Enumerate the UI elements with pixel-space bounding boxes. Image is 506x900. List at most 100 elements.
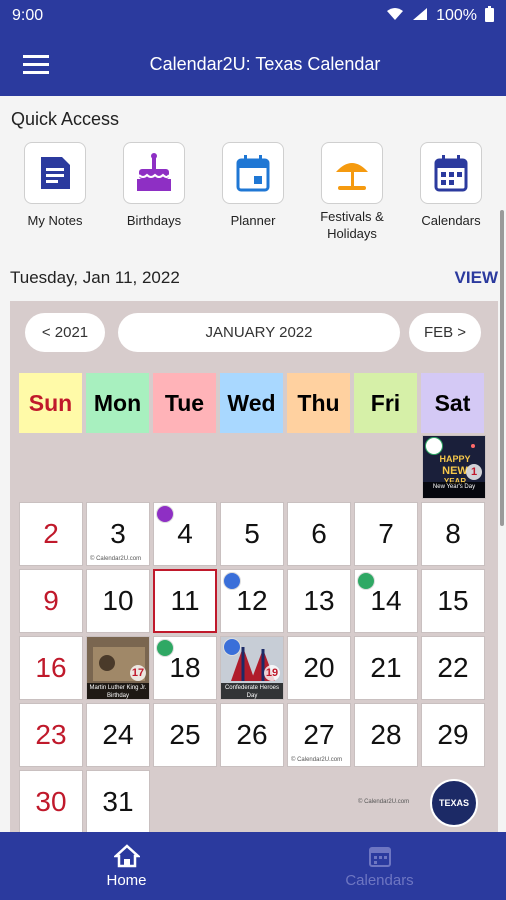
- day-cell-today[interactable]: 11: [153, 569, 217, 633]
- day-cell[interactable]: 16: [19, 636, 83, 700]
- weekday-mon: Mon: [86, 373, 149, 433]
- weekday-wed: Wed: [220, 373, 283, 433]
- day-cell[interactable]: 8: [421, 502, 485, 566]
- svg-text:NEW: NEW: [442, 465, 468, 477]
- quick-access-title: Quick Access: [11, 109, 120, 129]
- quick-access-calendars[interactable]: Calendars: [406, 142, 496, 229]
- selected-date-row: Tuesday, Jan 11, 2022 VIEW: [10, 264, 498, 292]
- wifi-icon: [386, 7, 404, 26]
- nav-home-label: Home: [106, 871, 147, 889]
- texas-badge-text: TEXAS: [438, 798, 469, 808]
- weekday-sun: Sun: [19, 373, 82, 433]
- event-caption: Confederate Heroes Day: [221, 683, 283, 699]
- day-number: 17: [130, 665, 146, 681]
- day-cell[interactable]: 9: [19, 569, 83, 633]
- app-title: Calendar2U: Texas Calendar: [149, 53, 381, 74]
- quick-access-my-notes[interactable]: My Notes: [10, 142, 100, 229]
- weekday-tue: Tue: [153, 373, 216, 433]
- nav-calendars-label: Calendars: [345, 871, 414, 889]
- svg-text:HAPPY: HAPPY: [439, 454, 470, 464]
- app-bar: Calendar2U: Texas Calendar: [0, 32, 506, 96]
- day-number: 3: [110, 518, 126, 549]
- day-cell[interactable]: 2: [19, 502, 83, 566]
- quick-access-label: Festivals & Holidays: [320, 209, 384, 241]
- day-cell[interactable]: 5: [220, 502, 284, 566]
- credit-text: © Calendar2U.com: [358, 799, 410, 805]
- selected-date: Tuesday, Jan 11, 2022: [10, 268, 180, 287]
- month-title: JANUARY 2022: [118, 313, 400, 352]
- weekday-sat: Sat: [421, 373, 484, 433]
- month-calendar[interactable]: < 2021 JANUARY 2022 FEB > Sun Mon Tue We…: [10, 301, 498, 832]
- day-cell[interactable]: 10: [86, 569, 150, 633]
- day-cell[interactable]: 18: [153, 636, 217, 700]
- weekday-fri: Fri: [354, 373, 417, 433]
- nav-home[interactable]: Home: [0, 832, 253, 900]
- avatar-badge-icon: [223, 572, 241, 590]
- event-badge-icon: [425, 437, 443, 455]
- credit-text: © Calendar2U.com: [90, 556, 142, 562]
- main-content[interactable]: Quick Access My Notes Birthdays Planner …: [0, 96, 506, 832]
- cake-icon: [137, 153, 171, 191]
- quick-access-festivals[interactable]: Festivals & Holidays: [307, 142, 397, 242]
- day-cell[interactable]: 13: [287, 569, 351, 633]
- day-cell[interactable]: 29: [421, 703, 485, 767]
- day-number: 4: [177, 518, 193, 549]
- event-caption: Martin Luther King Jr. Birthday: [87, 683, 149, 699]
- day-cell[interactable]: 15: [421, 569, 485, 633]
- menu-button[interactable]: [0, 32, 72, 96]
- day-cell[interactable]: 31: [86, 770, 150, 832]
- day-cell[interactable]: 30: [19, 770, 83, 832]
- day-cell[interactable]: 14: [354, 569, 418, 633]
- day-cell[interactable]: 20: [287, 636, 351, 700]
- prev-year-button[interactable]: < 2021: [25, 313, 105, 352]
- view-button[interactable]: VIEW: [455, 268, 498, 288]
- day-cell[interactable]: 7: [354, 502, 418, 566]
- battery-icon: [485, 5, 494, 27]
- day-number: 1: [466, 464, 482, 480]
- quick-access-label: Birthdays: [126, 213, 182, 228]
- quick-access-birthdays[interactable]: Birthdays: [109, 142, 199, 229]
- day-number: 18: [169, 652, 201, 683]
- day-cell[interactable]: 24: [86, 703, 150, 767]
- home-icon: [113, 843, 140, 867]
- next-month-button[interactable]: FEB >: [409, 313, 481, 352]
- notes-icon: [41, 157, 70, 189]
- status-time: 9:00: [12, 7, 44, 24]
- quick-access-label: Calendars: [421, 213, 481, 228]
- battery-percent: 100%: [436, 7, 477, 24]
- day-cell[interactable]: 6: [287, 502, 351, 566]
- birthday-badge-icon: [156, 505, 174, 523]
- day-cell-19-confederate[interactable]: 19 Confederate Heroes Day: [220, 636, 284, 700]
- day-cell[interactable]: 23: [19, 703, 83, 767]
- day-number: 27: [303, 719, 335, 750]
- day-cell-17-mlk[interactable]: 17 Martin Luther King Jr. Birthday: [86, 636, 150, 700]
- day-cell[interactable]: 28: [354, 703, 418, 767]
- scrollbar-thumb[interactable]: [500, 210, 504, 526]
- planner-calendar-icon: [236, 155, 270, 192]
- event-badge-icon: [156, 639, 174, 657]
- texas-badge-icon: TEXAS: [430, 779, 478, 827]
- hamburger-menu-icon: [23, 55, 49, 74]
- quick-access-planner[interactable]: Planner: [208, 142, 298, 229]
- day-number: 14: [370, 585, 402, 616]
- day-cell[interactable]: 21: [354, 636, 418, 700]
- day-cell[interactable]: 25: [153, 703, 217, 767]
- day-cell[interactable]: 12: [220, 569, 284, 633]
- credit-text: © Calendar2U.com: [291, 757, 343, 763]
- quick-access-label: Planner: [230, 213, 276, 228]
- avatar-badge-icon: [223, 638, 241, 656]
- day-cell-1-new-years[interactable]: HAPPY NEW YEAR 1 New Year's Day: [422, 435, 486, 499]
- nav-calendars[interactable]: Calendars: [253, 832, 506, 900]
- beach-umbrella-icon: [336, 163, 368, 190]
- weekday-thu: Thu: [287, 373, 350, 433]
- calendar-icon: [434, 155, 468, 192]
- day-cell[interactable]: 3 © Calendar2U.com: [86, 502, 150, 566]
- day-cell[interactable]: 22: [421, 636, 485, 700]
- day-cell[interactable]: 4: [153, 502, 217, 566]
- bottom-navigation: Home Calendars: [0, 832, 506, 900]
- quick-access-label: My Notes: [27, 213, 83, 228]
- day-cell[interactable]: 27 © Calendar2U.com: [287, 703, 351, 767]
- signal-icon: [412, 7, 428, 26]
- day-cell[interactable]: 26: [220, 703, 284, 767]
- status-bar: 9:00 100%: [0, 0, 506, 32]
